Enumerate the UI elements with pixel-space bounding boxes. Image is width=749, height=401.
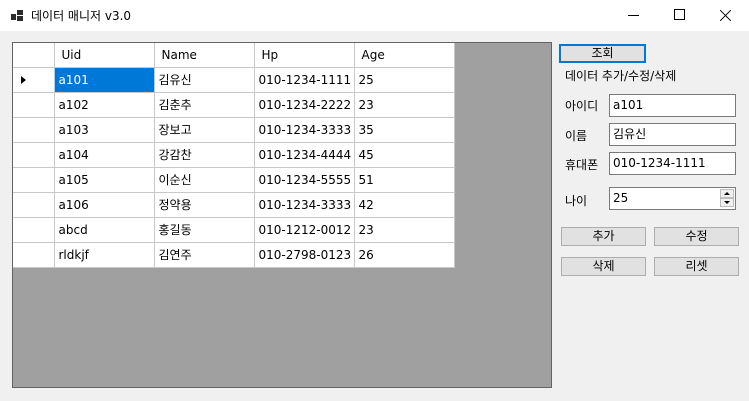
name-label: 이름 (565, 129, 588, 143)
cell-uid[interactable]: a105 (54, 167, 155, 193)
cell-age[interactable]: 26 (354, 242, 455, 268)
cell-age[interactable]: 42 (354, 192, 455, 218)
cell-name[interactable]: 홍길동 (154, 217, 255, 243)
title-bar: 데이터 매니저 v3.0 (0, 0, 749, 31)
cell-hp[interactable]: 010-1234-4444 (254, 142, 355, 168)
row-header[interactable] (13, 167, 55, 193)
cell-uid[interactable]: rldkjf (54, 242, 155, 268)
reset-button[interactable]: 리셋 (654, 257, 739, 276)
spin-down-icon[interactable] (720, 198, 734, 207)
table-row[interactable]: a104 강감찬 010-1234-4444 45 (13, 142, 455, 168)
cell-age[interactable]: 25 (354, 67, 455, 93)
spin-up-icon[interactable] (720, 189, 734, 198)
table-row[interactable]: a103 장보고 010-1234-3333 35 (13, 117, 455, 143)
cell-name[interactable]: 김유신 (154, 67, 255, 93)
row-pointer-icon (21, 75, 26, 84)
update-button[interactable]: 수정 (654, 227, 739, 246)
cell-hp[interactable]: 010-1234-2222 (254, 92, 355, 118)
age-label: 나이 (565, 194, 588, 208)
cell-name[interactable]: 강감찬 (154, 142, 255, 168)
cell-name[interactable]: 김연주 (154, 242, 255, 268)
minimize-button[interactable] (610, 0, 656, 31)
maximize-button[interactable] (656, 0, 702, 31)
row-header[interactable] (13, 92, 55, 118)
cell-age[interactable]: 51 (354, 167, 455, 193)
add-button[interactable]: 추가 (561, 227, 646, 246)
row-header[interactable] (13, 117, 55, 143)
cell-hp[interactable]: 010-1212-0012 (254, 217, 355, 243)
id-field[interactable]: a101 (609, 94, 736, 117)
cell-name[interactable]: 이순신 (154, 167, 255, 193)
table-row[interactable]: a101 김유신 010-1234-1111 25 (13, 67, 455, 93)
cell-hp[interactable]: 010-1234-5555 (254, 167, 355, 193)
row-header[interactable] (13, 217, 55, 243)
cell-hp[interactable]: 010-1234-3333 (254, 117, 355, 143)
cell-uid[interactable]: a103 (54, 117, 155, 143)
cell-uid[interactable]: a104 (54, 142, 155, 168)
column-header-name[interactable]: Name (154, 43, 255, 68)
table-row[interactable]: a106 정약용 010-1234-3333 42 (13, 192, 455, 218)
cell-name[interactable]: 정약용 (154, 192, 255, 218)
app-icon (11, 10, 23, 22)
cell-hp[interactable]: 010-1234-3333 (254, 192, 355, 218)
cell-name[interactable]: 장보고 (154, 117, 255, 143)
age-spinner (720, 189, 734, 208)
name-field[interactable]: 김유신 (609, 123, 736, 146)
search-button[interactable]: 조회 (559, 44, 646, 63)
close-button[interactable] (702, 0, 748, 31)
grid-table: Uid Name Hp Age a101 김유신 010-1234-1111 2… (13, 43, 455, 268)
delete-button[interactable]: 삭제 (561, 257, 646, 276)
cell-name[interactable]: 김춘추 (154, 92, 255, 118)
age-value: 25 (613, 191, 629, 205)
row-header[interactable] (13, 142, 55, 168)
column-header-uid[interactable]: Uid (54, 43, 155, 68)
maximize-icon (674, 9, 685, 20)
data-grid[interactable]: Uid Name Hp Age a101 김유신 010-1234-1111 2… (12, 42, 552, 388)
grid-header-row: Uid Name Hp Age (13, 43, 455, 68)
table-row[interactable]: abcd 홍길동 010-1212-0012 23 (13, 217, 455, 243)
cell-uid[interactable]: a102 (54, 92, 155, 118)
table-row[interactable]: a102 김춘추 010-1234-2222 23 (13, 92, 455, 118)
cell-hp[interactable]: 010-2798-0123 (254, 242, 355, 268)
id-label: 아이디 (565, 99, 599, 113)
cell-age[interactable]: 23 (354, 217, 455, 243)
column-header-hp[interactable]: Hp (254, 43, 355, 68)
table-row[interactable]: a105 이순신 010-1234-5555 51 (13, 167, 455, 193)
row-header[interactable] (13, 242, 55, 268)
phone-label: 휴대폰 (565, 158, 599, 172)
column-header-age[interactable]: Age (354, 43, 455, 68)
cell-uid[interactable]: a106 (54, 192, 155, 218)
cell-uid[interactable]: abcd (54, 217, 155, 243)
table-row[interactable]: rldkjf 김연주 010-2798-0123 26 (13, 242, 455, 268)
phone-field[interactable]: 010-1234-1111 (609, 152, 736, 175)
window-title: 데이터 매니저 v3.0 (31, 9, 132, 23)
minimize-icon (628, 15, 639, 16)
cell-uid[interactable]: a101 (54, 67, 155, 93)
cell-age[interactable]: 23 (354, 92, 455, 118)
age-stepper[interactable]: 25 (609, 187, 736, 210)
section-title: 데이터 추가/수정/삭제 (565, 69, 677, 83)
row-header[interactable] (13, 67, 55, 93)
row-header[interactable] (13, 192, 55, 218)
cell-age[interactable]: 45 (354, 142, 455, 168)
row-header-corner[interactable] (13, 43, 55, 68)
cell-age[interactable]: 35 (354, 117, 455, 143)
cell-hp[interactable]: 010-1234-1111 (254, 67, 355, 93)
